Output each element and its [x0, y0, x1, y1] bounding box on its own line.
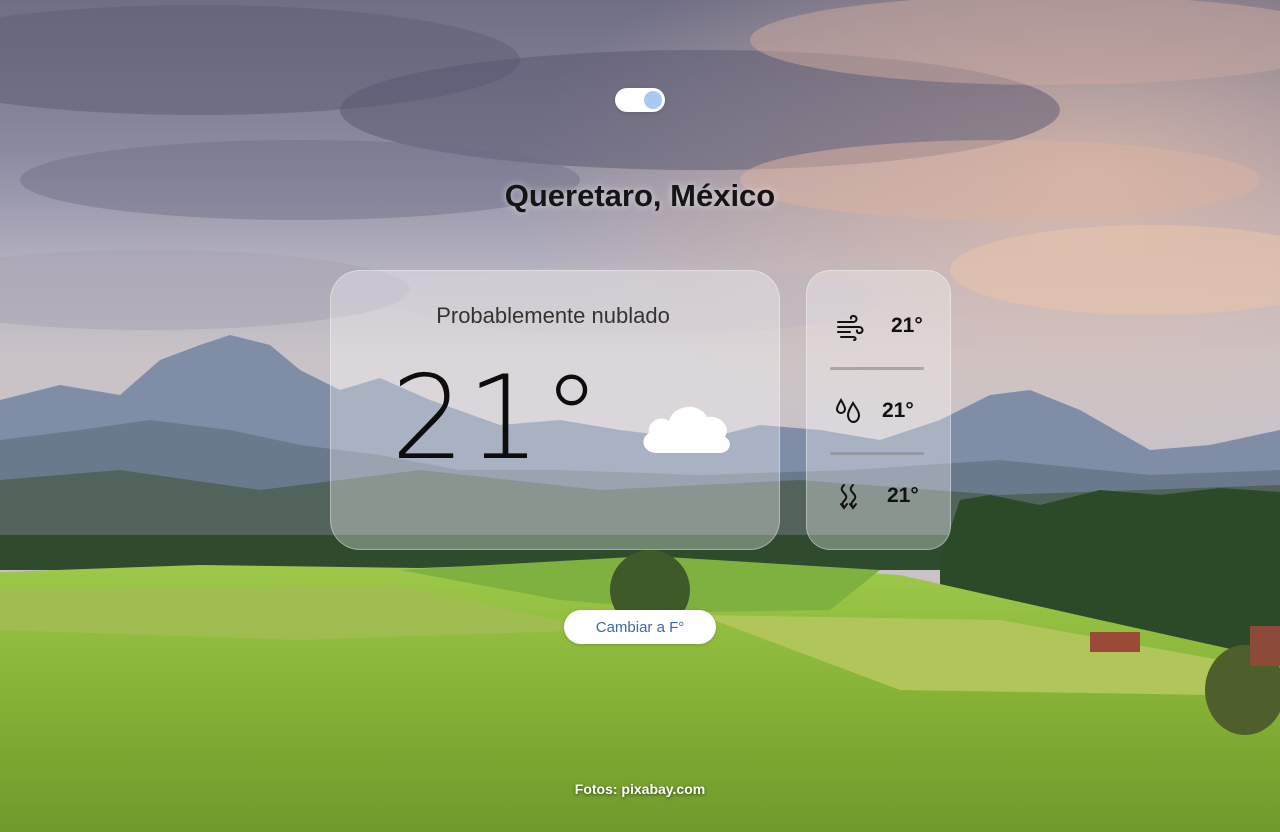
current-temperature: 21°: [391, 351, 603, 486]
details-divider: [830, 367, 924, 370]
current-weather-card: Probablemente nublado 21°: [330, 270, 780, 550]
wind-value: 21°: [891, 314, 923, 337]
weather-description-wrap: Probablemente nublado: [331, 303, 779, 329]
wind-stat: 21°: [807, 311, 950, 351]
cloud-icon: [643, 406, 730, 453]
theme-toggle[interactable]: [615, 88, 665, 112]
humidity-icon: [835, 398, 861, 424]
weather-details-card: 21° 21° 21°: [806, 270, 951, 550]
heat-value: 21°: [887, 484, 919, 507]
humidity-stat: 21°: [807, 396, 950, 436]
weather-description: Probablemente nublado: [436, 303, 670, 328]
city-title: Queretaro, México: [504, 178, 776, 213]
heat-stat: 21°: [807, 481, 950, 521]
change-unit-button[interactable]: Cambiar a F°: [564, 610, 716, 644]
toggle-knob: [644, 91, 662, 109]
heat-wave-icon: [840, 484, 857, 510]
photo-credit: Fotos: pixabay.com: [574, 781, 706, 797]
humidity-value: 21°: [882, 399, 914, 422]
wind-icon: [837, 314, 864, 341]
details-divider: [830, 452, 924, 455]
